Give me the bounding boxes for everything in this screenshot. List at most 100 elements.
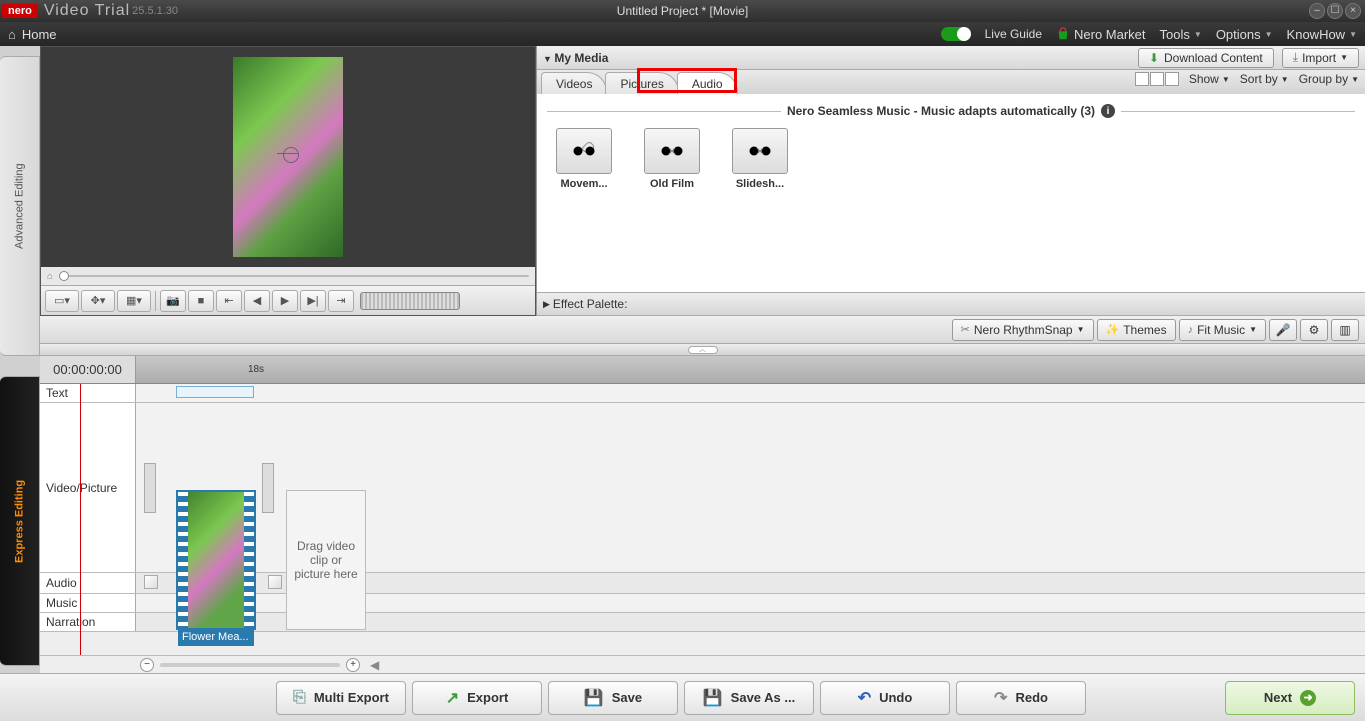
timeline-playhead[interactable] [80, 384, 81, 655]
groupby-dropdown[interactable]: Group by▼ [1299, 72, 1359, 86]
options-menu[interactable]: Options▼ [1216, 27, 1273, 42]
stop-button[interactable]: ■ [188, 290, 214, 312]
home-button[interactable]: ⌂ Home [8, 27, 57, 42]
rhythm-icon: ✂ [961, 323, 970, 336]
prev-frame-button[interactable]: ◀ [244, 290, 270, 312]
jog-wheel[interactable] [360, 292, 460, 310]
redo-icon: ↷ [994, 688, 1007, 708]
clip-trim-handle-right[interactable] [262, 463, 274, 513]
show-dropdown[interactable]: Show▼ [1189, 72, 1230, 86]
next-button[interactable]: Next➜ [1225, 681, 1355, 715]
clip-trim-handle-left[interactable] [144, 463, 156, 513]
knowhow-menu[interactable]: KnowHow▼ [1287, 27, 1357, 42]
nero-market-button[interactable]: Nero Market [1056, 27, 1146, 42]
project-title: Untitled Project * [Movie] [617, 4, 748, 18]
app-name: Video Trial [44, 2, 130, 20]
bottom-bar: ⎘Multi Export ↗Export 💾Save 💾Save As ...… [0, 673, 1365, 721]
multi-export-button[interactable]: ⎘Multi Export [276, 681, 406, 715]
chevron-down-icon: ▼ [1265, 30, 1273, 39]
display-mode-button[interactable]: ▭▾ [45, 290, 79, 312]
live-guide-label: Live Guide [985, 27, 1042, 41]
zoom-in-button[interactable]: + [346, 658, 360, 672]
media-tabs: Videos Pictures Audio Show▼ Sort by▼ Gro… [537, 70, 1365, 94]
infinity-icon [556, 128, 612, 174]
aspect-button[interactable]: ▦▾ [117, 290, 151, 312]
effect-palette-bar[interactable]: Effect Palette: [537, 292, 1365, 316]
ruler-tick-label: 18s [248, 364, 264, 375]
music-item-label: Old Film [637, 178, 707, 190]
text-track[interactable] [136, 384, 1365, 402]
audio-mute-toggle[interactable] [268, 575, 282, 589]
live-guide-toggle[interactable] [941, 27, 971, 41]
preview-position-slider[interactable]: ⌂ [41, 267, 535, 285]
tools-menu[interactable]: Tools▼ [1160, 27, 1202, 42]
import-button[interactable]: ⤓ Import ▼ [1282, 48, 1359, 68]
express-editing-tab[interactable]: Express Editing [0, 376, 40, 666]
chevron-down-icon: ▼ [1349, 30, 1357, 39]
download-content-button[interactable]: ⬇ Download Content [1138, 48, 1274, 68]
mark-in-button[interactable]: ⇤ [216, 290, 242, 312]
shopping-bag-icon [1056, 27, 1070, 41]
info-icon[interactable]: i [1101, 104, 1115, 118]
sortby-dropdown[interactable]: Sort by▼ [1240, 72, 1289, 86]
side-tabs: Advanced Editing Express Editing [0, 46, 40, 673]
next-frame-button[interactable]: ▶| [300, 290, 326, 312]
view-details[interactable] [1165, 72, 1179, 86]
text-clip[interactable] [176, 386, 254, 398]
download-icon: ⬇ [1149, 51, 1159, 65]
music-track[interactable] [136, 594, 1365, 612]
save-button[interactable]: 💾Save [548, 681, 678, 715]
tab-audio[interactable]: Audio [677, 72, 738, 94]
tool-button[interactable]: ▥ [1331, 319, 1359, 341]
timeline-current-time: 00:00:00:00 [40, 356, 136, 383]
narration-track[interactable] [136, 613, 1365, 631]
mic-button[interactable]: 🎤 [1269, 319, 1297, 341]
timeline-zoom-bar: − + ◀ [40, 655, 1365, 673]
music-group-heading: Nero Seamless Music - Music adapts autom… [787, 104, 1095, 118]
zoom-slider[interactable] [160, 663, 340, 667]
home-icon: ⌂ [8, 27, 16, 42]
view-mode-icons [1135, 72, 1179, 86]
rhythmsnap-button[interactable]: ✂Nero RhythmSnap▼ [952, 319, 1094, 341]
snapshot-button[interactable]: 📷 [160, 290, 186, 312]
view-large-icons[interactable] [1135, 72, 1149, 86]
audio-track[interactable] [136, 573, 1365, 593]
mark-out-button[interactable]: ⇥ [328, 290, 354, 312]
preview-image [233, 57, 343, 257]
zoom-out-button[interactable]: − [140, 658, 154, 672]
tab-pictures[interactable]: Pictures [605, 72, 678, 94]
video-track[interactable]: Flower Mea... Drag video clip or picture… [136, 480, 1365, 496]
tab-videos[interactable]: Videos [541, 72, 607, 94]
preview-canvas[interactable] [41, 47, 535, 267]
advanced-editing-tab[interactable]: Advanced Editing [0, 56, 40, 356]
music-item-oldfilm[interactable]: Old Film [637, 128, 707, 190]
import-icon: ⤓ [1293, 50, 1298, 65]
music-item-slideshow[interactable]: Slidesh... [725, 128, 795, 190]
zoom-left-button[interactable]: ◀ [370, 658, 379, 672]
media-panel-title[interactable]: My Media [543, 51, 608, 65]
export-button[interactable]: ↗Export [412, 681, 542, 715]
multi-export-icon: ⎘ [293, 689, 306, 707]
clip-name: Flower Mea... [178, 630, 254, 646]
settings-button[interactable]: ⚙ [1300, 319, 1328, 341]
audio-mute-toggle[interactable] [144, 575, 158, 589]
music-item-label: Movem... [549, 178, 619, 190]
undo-button[interactable]: ↶Undo [820, 681, 950, 715]
fit-button[interactable]: ✥▾ [81, 290, 115, 312]
music-item-movement[interactable]: Movem... [549, 128, 619, 190]
minimize-button[interactable]: – [1309, 3, 1325, 19]
maximize-button[interactable]: ☐ [1327, 3, 1343, 19]
track-label-videopicture: Video/Picture [40, 403, 136, 572]
chevron-down-icon: ▼ [1351, 75, 1359, 84]
timeline-ruler[interactable]: 18s [136, 356, 1365, 383]
view-list[interactable] [1150, 72, 1164, 86]
save-as-button[interactable]: 💾Save As ... [684, 681, 814, 715]
fit-music-button[interactable]: ♪Fit Music▼ [1179, 319, 1266, 341]
play-button[interactable]: ▶ [272, 290, 298, 312]
panel-collapse-handle[interactable]: ︿ [40, 344, 1365, 356]
infinity-icon [732, 128, 788, 174]
themes-button[interactable]: ✨Themes [1097, 319, 1176, 341]
redo-button[interactable]: ↷Redo [956, 681, 1086, 715]
undo-icon: ↶ [858, 688, 871, 708]
close-button[interactable]: × [1345, 3, 1361, 19]
